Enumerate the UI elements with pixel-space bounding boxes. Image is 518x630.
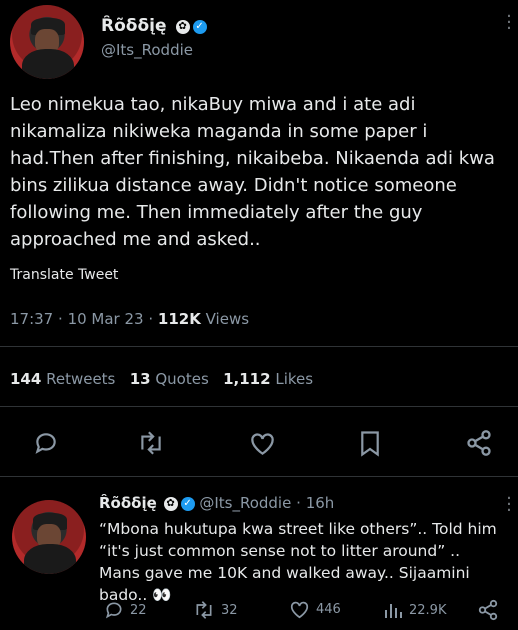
author-avatar[interactable]: [10, 5, 84, 79]
reply-icon: [104, 600, 124, 620]
share-icon[interactable]: [465, 429, 493, 457]
author-name-row[interactable]: Ȓõδδįę ✿ ✓: [101, 16, 207, 36]
tweet-meta: 17:37 · 10 Mar 23 · 112K Views: [10, 310, 250, 328]
reply-share-icon[interactable]: [477, 599, 499, 621]
like-count: 446: [316, 602, 341, 617]
author-handle[interactable]: @Its_Roddie: [101, 41, 193, 59]
quotes-stat[interactable]: 13 Quotes: [130, 370, 214, 388]
verified-badge-icon: ✓: [180, 496, 195, 511]
reply-author-avatar[interactable]: [12, 500, 86, 574]
like-icon: [289, 600, 310, 619]
bookmark-icon[interactable]: [359, 430, 381, 457]
divider: [0, 406, 518, 407]
reply-author-handle[interactable]: @Its_Roddie: [199, 494, 291, 512]
view-count: 22.9K: [409, 602, 447, 618]
quotes-label: Quotes: [155, 370, 209, 388]
views-label: Views: [205, 310, 250, 328]
reply-author-name[interactable]: Ȓõδδįę: [99, 494, 157, 512]
tweet-date[interactable]: 10 Mar 23: [68, 310, 144, 328]
tweet-text: Leo nimekua tao, nikaBuy miwa and i ate …: [10, 94, 495, 250]
reply-more-options-icon[interactable]: · · ·: [505, 490, 513, 520]
divider: [0, 346, 518, 347]
retweets-label: Retweets: [46, 370, 116, 388]
likes-count: 1,112: [223, 370, 271, 388]
retweet-count: 32: [221, 602, 238, 618]
affiliate-badge-icon: ✿: [175, 19, 190, 34]
views-count: 112K: [157, 310, 201, 328]
reply-icon[interactable]: [33, 430, 59, 456]
author-name[interactable]: Ȓõδδįę: [101, 16, 167, 36]
like-icon[interactable]: [249, 431, 276, 456]
reply-text: “Mbona hukutupa kwa street like others”.…: [99, 520, 497, 604]
reply-time-separator: ·: [296, 494, 301, 512]
reply-replies-action[interactable]: 22: [104, 600, 147, 620]
reply-views-action[interactable]: 22.9K: [383, 600, 446, 620]
retweets-count: 144: [10, 370, 42, 388]
divider: [0, 476, 518, 477]
retweet-icon: [193, 600, 215, 620]
more-options-icon[interactable]: · · ·: [505, 8, 513, 38]
tweet-time[interactable]: 17:37: [10, 310, 53, 328]
retweet-icon[interactable]: [137, 430, 165, 456]
retweets-stat[interactable]: 144 Retweets: [10, 370, 120, 388]
translate-tweet-link[interactable]: Translate Tweet: [10, 267, 118, 283]
likes-stat[interactable]: 1,112 Likes: [223, 370, 313, 388]
reply-likes-action[interactable]: 446: [289, 600, 341, 619]
reply-retweets-action[interactable]: 32: [193, 600, 238, 620]
reply-header: Ȓõδδįę ✿ ✓ @Its_Roddie · 16h: [99, 494, 334, 512]
likes-label: Likes: [275, 370, 314, 388]
reply-time[interactable]: 16h: [306, 494, 335, 512]
reply-count: 22: [130, 602, 147, 618]
views-chart-icon: [383, 600, 403, 620]
quotes-count: 13: [129, 370, 151, 388]
verified-badge-icon: ✓: [192, 19, 207, 34]
affiliate-badge-icon: ✿: [163, 496, 178, 511]
tweet-stats: 144 Retweets 13 Quotes 1,112 Likes: [10, 370, 313, 388]
